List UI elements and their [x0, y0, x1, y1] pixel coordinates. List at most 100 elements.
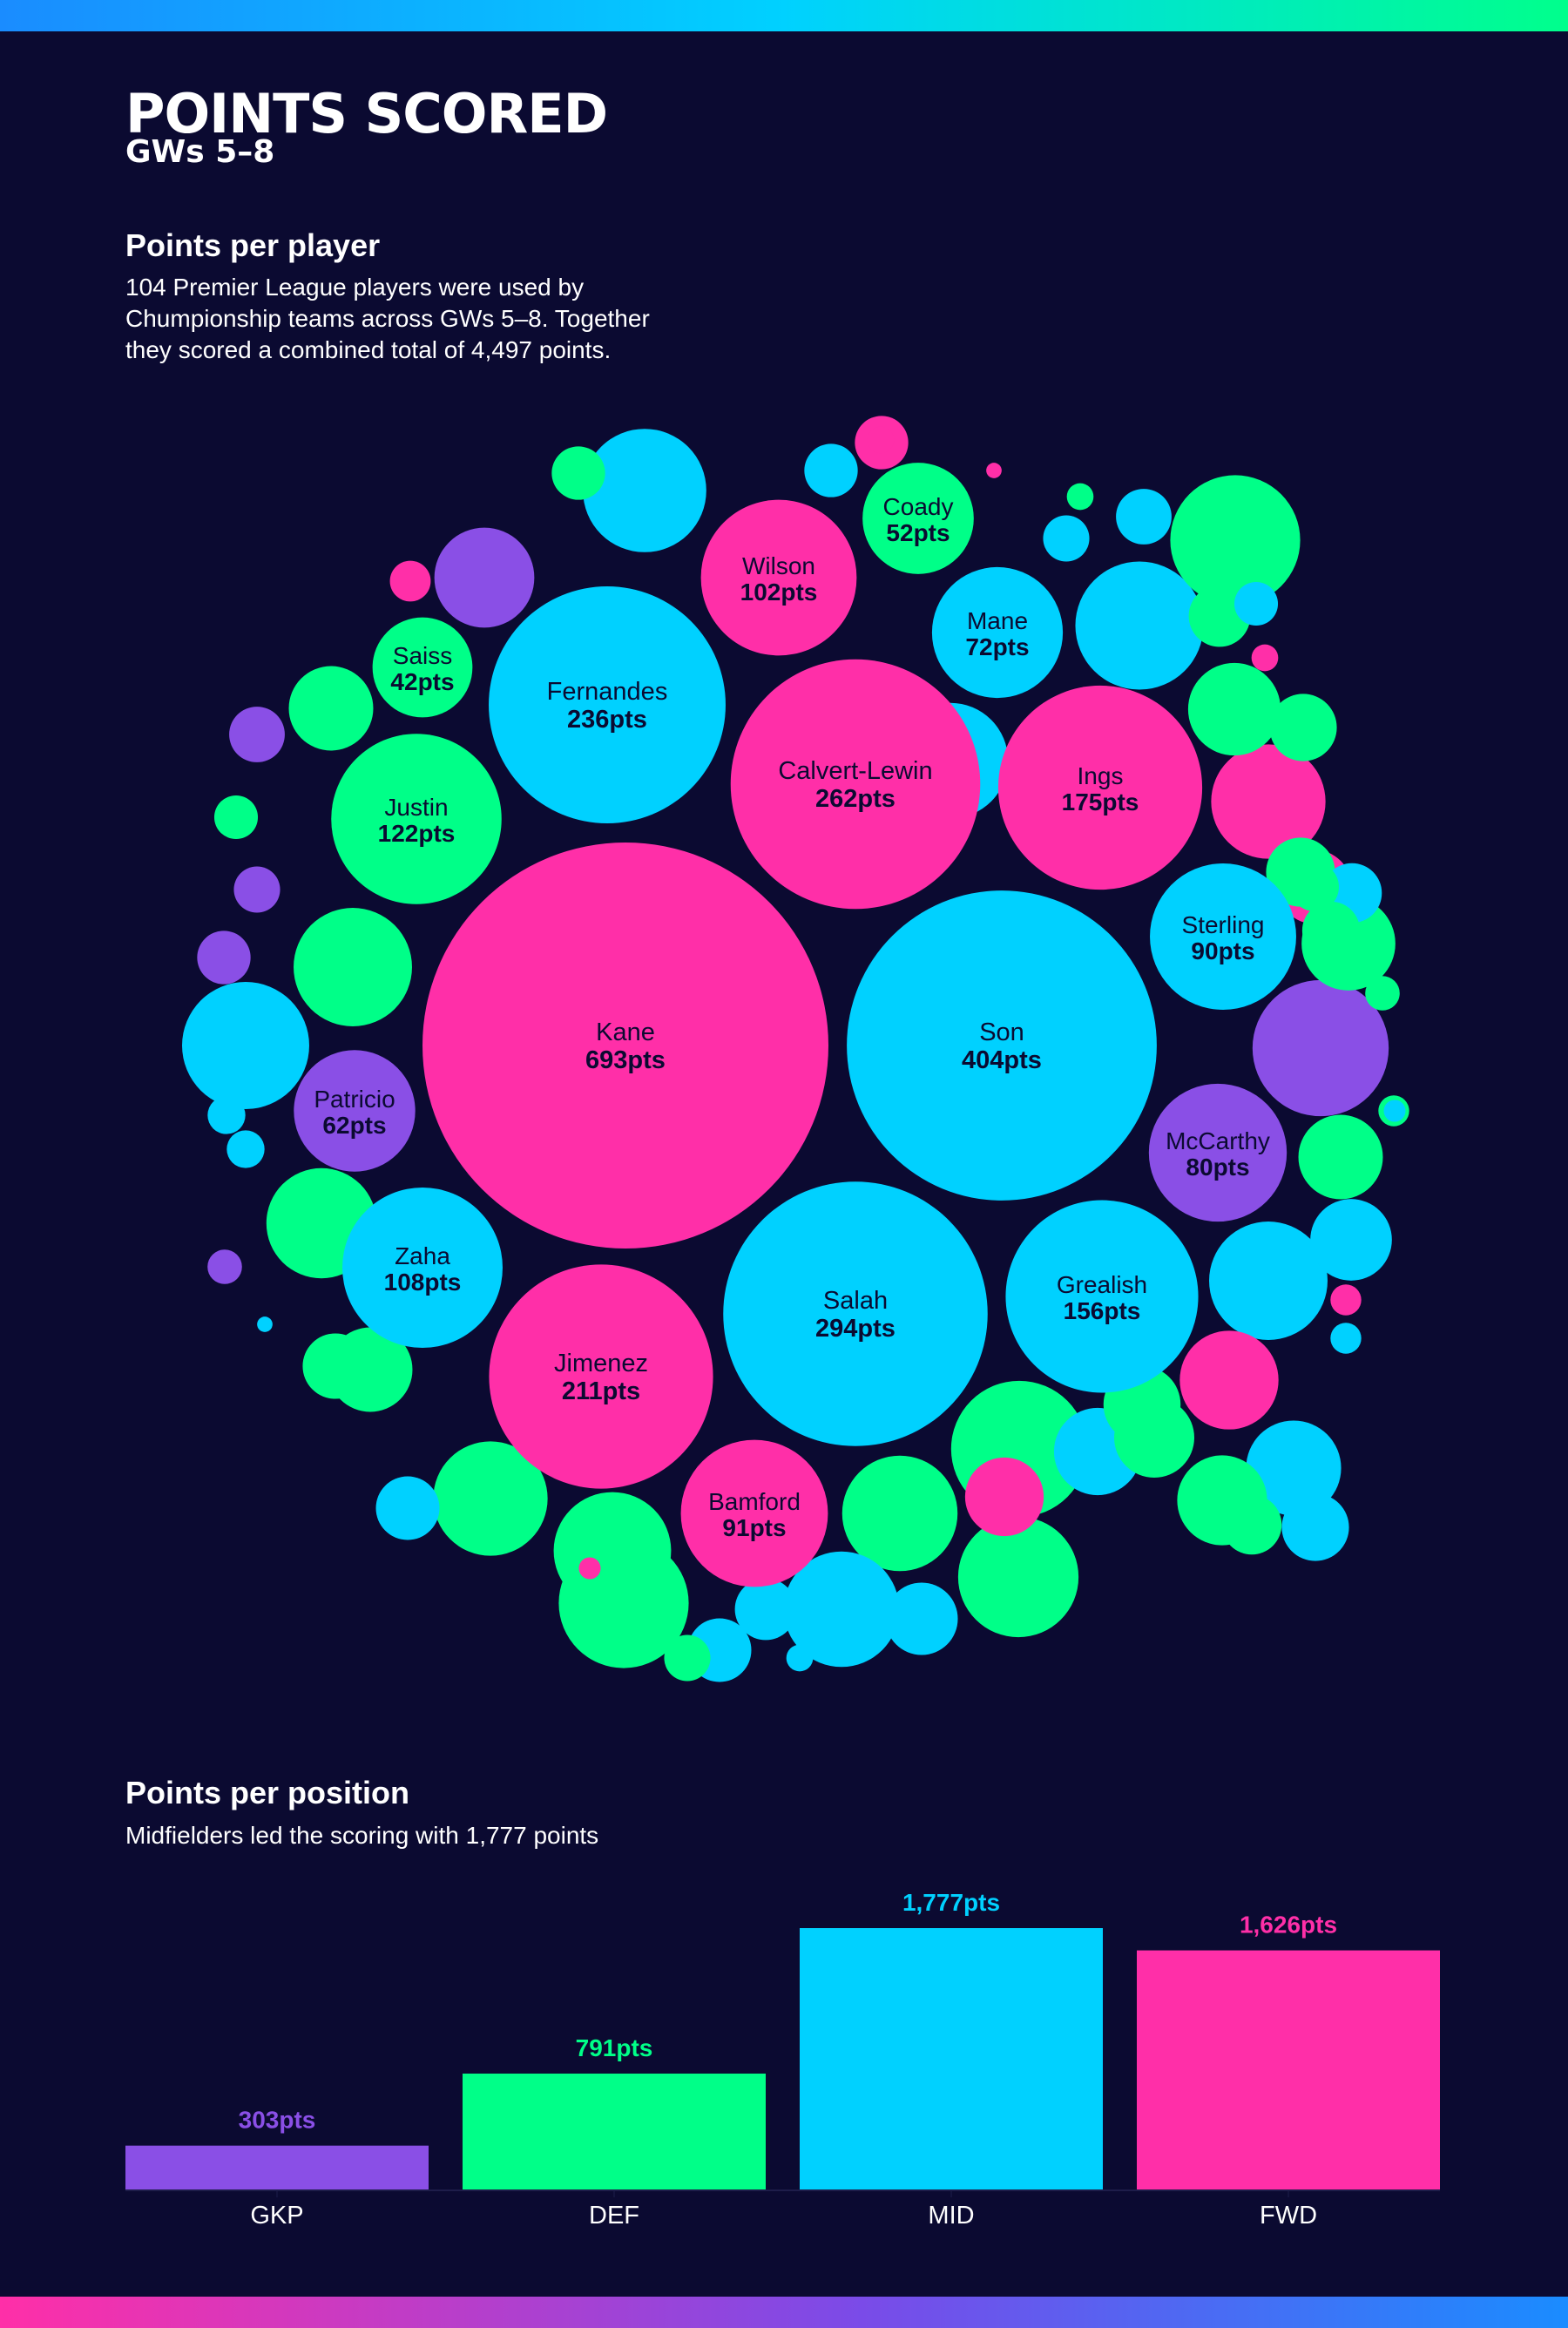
bar-gkp [125, 2145, 429, 2190]
player-bubble [1290, 863, 1339, 911]
player-points-label: 211pts [562, 1377, 640, 1405]
player-bubble [375, 1476, 440, 1540]
player-bubble [288, 666, 374, 751]
x-tick-label-mid: MID [928, 2202, 974, 2230]
bar-def [463, 2074, 766, 2190]
x-tick-label-gkp: GKP [250, 2202, 303, 2230]
player-bubble [786, 1644, 814, 1672]
player-bubble [551, 446, 605, 500]
player-bubble [229, 707, 285, 762]
player-bubble [1198, 1519, 1213, 1534]
bar-value-label-gkp: 303pts [239, 2107, 316, 2134]
player-bubble [1233, 581, 1279, 626]
player-bubble [1114, 1397, 1194, 1478]
player-bubble [233, 866, 280, 913]
player-bubble [841, 1455, 958, 1572]
player-name-label: Grealish [1057, 1271, 1147, 1298]
player-name-label: Justin [384, 794, 448, 821]
player-bubble [1330, 1284, 1362, 1316]
player-name-label: Fernandes [547, 678, 668, 706]
player-points-label: 80pts [1186, 1154, 1249, 1181]
player-bubble-chart: Kane693pts Son404pts Salah294pts Calvert-Le… [182, 416, 1409, 1682]
player-bubble [294, 908, 412, 1026]
bar-fwd [1137, 1950, 1440, 2190]
player-bubble [1187, 662, 1281, 756]
player-points-label: 62pts [322, 1112, 386, 1139]
player-points-label: 72pts [965, 633, 1029, 660]
players-section-heading: Points per player [125, 227, 381, 263]
bar-value-label-def: 791pts [576, 2034, 653, 2061]
player-bubble [1330, 1323, 1362, 1354]
player-bubble [257, 1316, 273, 1332]
player-points-label: 91pts [722, 1514, 786, 1541]
player-name-label: Jimenez [554, 1350, 648, 1377]
bar-value-label-fwd: 1,626pts [1240, 1912, 1337, 1939]
player-name-label: Kane [596, 1018, 655, 1046]
player-bubble [483, 1470, 506, 1492]
player-bubble [1310, 1199, 1392, 1281]
player-bubble [867, 426, 895, 454]
players-section-description: 104 Premier League players were used by … [125, 274, 650, 363]
player-name-label: McCarthy [1166, 1127, 1270, 1154]
player-name-label: Zaha [395, 1242, 450, 1269]
player-points-label: 122pts [378, 820, 456, 847]
player-bubble [734, 1578, 797, 1641]
bar-mid [800, 1928, 1103, 2190]
player-name-label: Coady [883, 493, 954, 520]
player-bubble [1209, 1222, 1328, 1340]
x-tick-label-fwd: FWD [1260, 2202, 1317, 2230]
player-name-label: Mane [967, 607, 1028, 634]
player-bubble [1221, 1494, 1282, 1555]
player-name-label: Saiss [393, 642, 452, 669]
player-bubble [197, 931, 251, 985]
player-points-label: 52pts [886, 519, 950, 546]
player-points-label: 404pts [962, 1046, 1042, 1074]
player-points-label: 175pts [1062, 788, 1139, 815]
player-bubble [1365, 976, 1400, 1011]
player-bubble [964, 1457, 1044, 1537]
player-bubble [1298, 1114, 1383, 1200]
player-bubble [583, 429, 706, 552]
player-points-label: 90pts [1191, 937, 1254, 964]
player-bubble [389, 560, 431, 602]
player-bubble [226, 1130, 265, 1168]
player-bubble [1075, 561, 1204, 690]
player-bubble [1066, 483, 1094, 511]
player-bubble [1251, 644, 1279, 672]
player-bubble [1383, 1100, 1406, 1122]
player-bubble [578, 1557, 601, 1580]
player-bubble [957, 1516, 1079, 1638]
positions-section-heading: Points per position [125, 1775, 410, 1810]
player-bubble [1179, 1330, 1279, 1430]
player-points-label: 102pts [740, 579, 818, 606]
player-bubble [434, 527, 535, 628]
player-bubble [885, 1582, 958, 1655]
player-points-label: 693pts [585, 1046, 666, 1074]
player-points-label: 236pts [567, 706, 647, 734]
player-name-label: Son [979, 1018, 1024, 1046]
player-points-label: 156pts [1064, 1297, 1141, 1324]
player-bubble [1116, 489, 1172, 545]
player-bubble [986, 463, 1002, 478]
page-subtitle: GWs 5–8 [125, 134, 275, 170]
player-bubble [1043, 515, 1090, 562]
player-points-label: 42pts [390, 668, 454, 695]
bar-value-label-mid: 1,777pts [902, 1889, 1000, 1916]
player-bubble [1170, 475, 1301, 606]
player-name-label: Salah [823, 1287, 888, 1315]
player-bubble [207, 1096, 246, 1134]
player-name-label: Calvert-Lewin [778, 757, 932, 785]
player-name-label: Wilson [742, 552, 815, 579]
player-name-label: Sterling [1182, 911, 1265, 938]
player-name-label: Bamford [708, 1488, 801, 1515]
position-bar-chart: 303pts GKP 791pts DEF 1,777pts MID 1,626pts FWD [125, 1889, 1440, 2230]
positions-section-description: Midfielders led the scoring with 1,777 p… [125, 1822, 599, 1849]
player-name-label: Ings [1078, 762, 1124, 789]
x-tick-label-def: DEF [589, 2202, 639, 2230]
player-bubble [613, 1607, 659, 1652]
top-gradient-band [0, 0, 1568, 31]
bubble-group: Kane693pts Son404pts Salah294pts Calvert-Le… [182, 416, 1409, 1682]
player-points-label: 294pts [815, 1315, 896, 1343]
player-bubble [302, 1333, 368, 1399]
player-points-label: 262pts [815, 785, 896, 813]
